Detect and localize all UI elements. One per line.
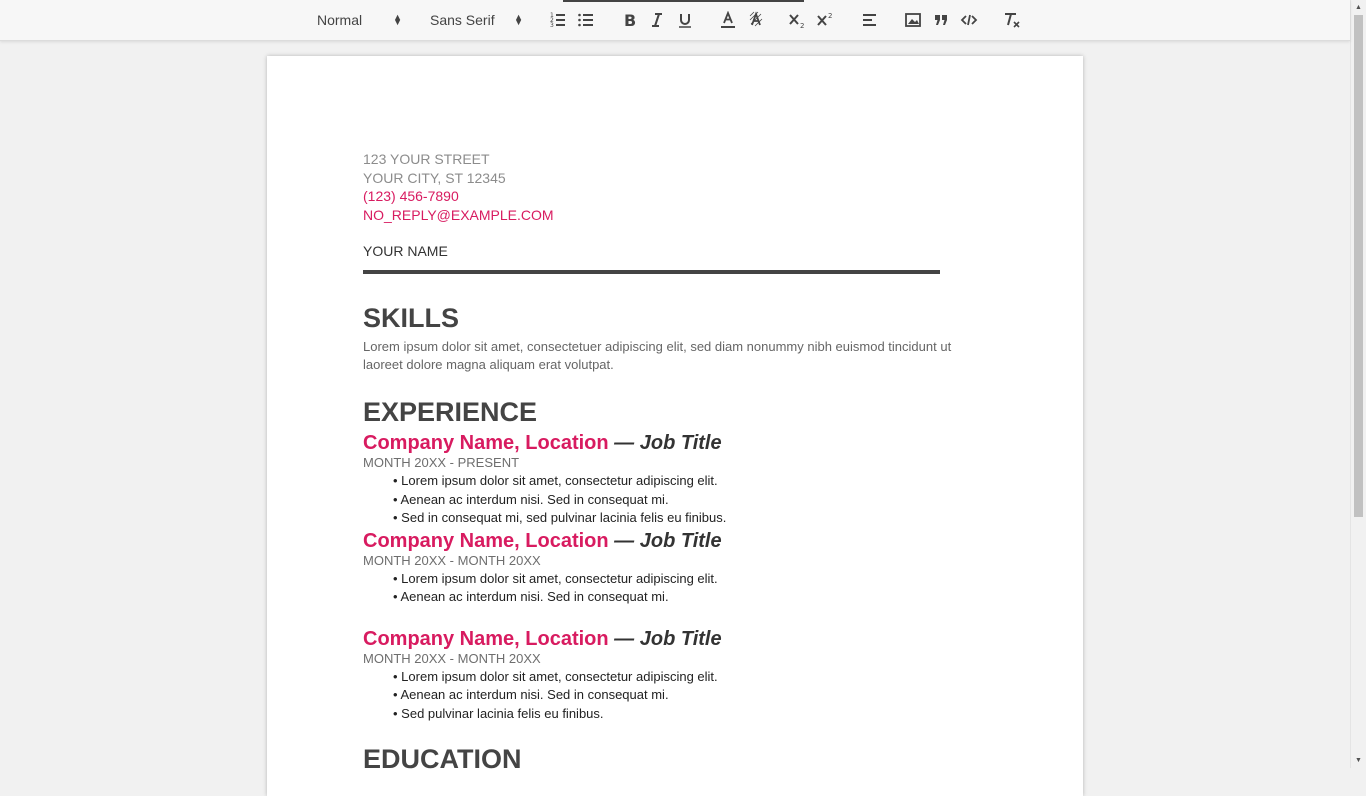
code-icon: [960, 14, 978, 26]
ordered-list-icon: 1 2 3: [550, 12, 565, 29]
toolbar-active-indicator: [563, 0, 804, 2]
blockquote-button[interactable]: [929, 8, 953, 32]
font-select-value: Sans Serif: [430, 12, 495, 28]
font-select[interactable]: Sans Serif ▲ ▼: [430, 9, 523, 31]
list-item: Sed pulvinar lacinia felis eu finibus.: [393, 705, 963, 724]
list-item: Lorem ipsum dolor sit amet, consectetur …: [393, 668, 963, 687]
list-item: Lorem ipsum dolor sit amet, consectetur …: [393, 472, 963, 491]
list-item: Sed in consequat mi, sed pulvinar lacini…: [393, 509, 963, 528]
subscript-icon: 2: [789, 14, 804, 29]
list-item: Lorem ipsum dolor sit amet, consectetur …: [393, 570, 963, 589]
job-dates: MONTH 20XX - PRESENT: [363, 455, 520, 470]
italic-icon: [652, 13, 662, 27]
text-color-icon: [721, 11, 735, 28]
job-dates: MONTH 20XX - MONTH 20XX: [363, 650, 541, 666]
education-heading: EDUCATION: [363, 744, 522, 774]
document-page[interactable]: 123 YOUR STREET YOUR CITY, ST 12345 (123…: [267, 56, 1083, 796]
text-color-button[interactable]: [716, 8, 740, 32]
image-button[interactable]: [901, 8, 925, 32]
email-address: NO_REPLY@EXAMPLE.COM: [363, 206, 554, 223]
job-bullets: Lorem ipsum dolor sit amet, consectetur …: [363, 570, 963, 607]
city-address: YOUR CITY, ST 12345: [363, 169, 506, 186]
skills-text: Lorem ipsum dolor sit amet, consectetuer…: [363, 339, 952, 372]
job-dates: MONTH 20XX - MONTH 20XX: [363, 552, 541, 568]
vertical-scrollbar[interactable]: ▲ ▼: [1350, 0, 1366, 768]
background-color-button[interactable]: [744, 8, 768, 32]
job-bullets: Lorem ipsum dolor sit amet, consectetur …: [363, 472, 963, 528]
skills-heading: SKILLS: [363, 303, 460, 333]
svg-text:B: B: [624, 11, 636, 29]
editor-content[interactable]: 123 YOUR STREET YOUR CITY, ST 12345 (123…: [363, 150, 963, 774]
job-heading: Company Name, Location — Job Title: [363, 431, 963, 455]
job-entry: Company Name, Location — Job Title MONTH…: [363, 529, 963, 607]
scroll-up-icon[interactable]: ▲: [1355, 4, 1362, 11]
bold-icon: B: [624, 11, 636, 29]
underline-icon: [679, 14, 691, 28]
street-address: 123 YOUR STREET: [363, 151, 490, 167]
clear-format-button[interactable]: [1000, 8, 1024, 32]
clear-format-icon: [1005, 13, 1020, 28]
svg-text:2: 2: [800, 22, 804, 29]
list-item: Aenean ac interdum nisi. Sed in consequa…: [393, 686, 963, 705]
bullet-list-button[interactable]: [574, 8, 598, 32]
italic-button[interactable]: [645, 8, 669, 32]
job-title: — Job Title: [608, 432, 722, 454]
highlight-icon: [749, 11, 763, 27]
scroll-down-icon[interactable]: ▼: [1355, 757, 1362, 764]
align-button[interactable]: [858, 8, 882, 32]
job-heading: Company Name, Location — Job Title: [363, 627, 963, 651]
company-name: Company Name, Location: [363, 627, 609, 650]
list-item: Aenean ac interdum nisi. Sed in consequa…: [393, 588, 963, 607]
subscript-button[interactable]: 2: [786, 8, 810, 32]
select-arrows-icon: ▲ ▼: [514, 12, 523, 27]
format-select-value: Normal: [317, 12, 363, 28]
code-block-button[interactable]: [957, 8, 981, 32]
superscript-button[interactable]: 2: [814, 8, 838, 32]
company-name: Company Name, Location: [363, 529, 609, 552]
superscript-icon: 2: [817, 12, 832, 26]
quote-icon: [935, 15, 947, 25]
job-entry: Company Name, Location — Job Title MONTH…: [363, 627, 963, 724]
select-arrows-icon: ▲ ▼: [393, 12, 402, 27]
experience-heading: EXPERIENCE: [363, 397, 538, 427]
ordered-list-button[interactable]: 1 2 3: [546, 8, 570, 32]
bullet-list-icon: [578, 13, 593, 27]
your-name: YOUR NAME: [363, 243, 448, 259]
job-bullets: Lorem ipsum dolor sit amet, consectetur …: [363, 668, 963, 724]
editor-toolbar: Normal ▲ ▼ Sans Serif ▲ ▼ 1 2 3 B 2 2: [0, 0, 1350, 41]
name-divider: [363, 270, 940, 274]
image-icon: [905, 13, 921, 27]
underline-button[interactable]: [673, 8, 697, 32]
phone-number: (123) 456-7890: [363, 188, 459, 204]
bold-button[interactable]: B: [617, 8, 641, 32]
svg-text:3: 3: [550, 22, 554, 29]
align-left-icon: [863, 14, 876, 26]
job-title: — Job Title: [608, 529, 722, 552]
job-title: — Job Title: [608, 627, 722, 650]
list-item: Aenean ac interdum nisi. Sed in consequa…: [393, 491, 963, 510]
company-name: Company Name, Location: [363, 432, 609, 454]
format-select[interactable]: Normal ▲ ▼: [317, 9, 402, 31]
scrollbar-thumb[interactable]: [1354, 15, 1363, 517]
job-entry: Company Name, Location — Job Title MONTH…: [363, 431, 963, 528]
svg-text:2: 2: [828, 12, 832, 20]
job-heading: Company Name, Location — Job Title: [363, 529, 963, 553]
